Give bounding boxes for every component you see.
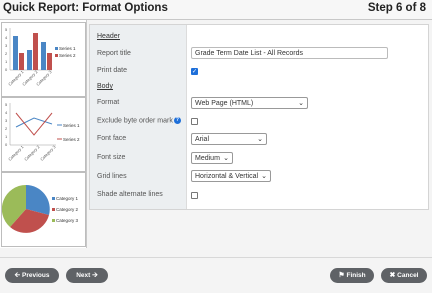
previous-button[interactable]: 🡨 Previous	[5, 268, 59, 283]
finish-button[interactable]: ⚑ Finish	[330, 268, 374, 283]
body-section-title: Body	[97, 83, 113, 90]
bar-ytick: 4	[5, 35, 8, 40]
next-button-label: Next	[76, 272, 91, 279]
line-ytick: 1	[5, 134, 8, 139]
previous-button-label: Previous	[22, 272, 50, 279]
font-face-label: Font face	[97, 135, 127, 142]
bar-mark	[27, 50, 32, 70]
line-chart-svg: 5 4 3 2 1 0 Category 1 Category 2 Catego…	[5, 102, 80, 162]
pie-chart-thumbnail[interactable]: Category 1 Category 2 Category 3	[1, 172, 86, 247]
pie-legend-label: Category 1	[56, 196, 79, 201]
grid-lines-select-value: Horizontal & Vertical	[195, 173, 259, 180]
legend-swatch	[52, 197, 55, 200]
font-size-select[interactable]: Medium ⌄	[191, 152, 233, 164]
report-title-label: Report title	[97, 50, 131, 57]
line-category-label: Category 1	[7, 144, 25, 162]
line-ytick: 2	[5, 126, 8, 131]
line-chart-thumbnail[interactable]: 5 4 3 2 1 0 Category 1 Category 2 Catego…	[1, 97, 86, 172]
bar-mark	[13, 36, 18, 70]
bar-ytick: 2	[5, 51, 8, 56]
bar-ytick: 5	[5, 27, 8, 32]
line-ytick: 4	[5, 110, 8, 115]
pie-legend-label: Category 3	[56, 218, 79, 223]
bar-ytick: 0	[5, 67, 8, 72]
exclude-bom-label: Exclude byte order mark?	[97, 117, 181, 124]
exclude-bom-label-text: Exclude byte order mark	[97, 117, 173, 125]
format-label: Format	[97, 99, 120, 106]
bar-chart-thumbnail[interactable]: 5 4 3 2 1 0 Category 1 Category 2 Catego…	[1, 22, 86, 97]
pie-chart-svg: Category 1 Category 2 Category 3	[1, 184, 79, 233]
bar-legend-label: Series 1	[59, 46, 76, 51]
line-legend-label: Series 1	[63, 123, 80, 128]
grid-lines-label: Grid lines	[97, 173, 127, 180]
bar-ytick: 1	[5, 59, 8, 64]
cancel-button[interactable]: ✖ Cancel	[381, 268, 427, 283]
bar-legend-label: Series 2	[59, 53, 76, 58]
bar-ytick: 3	[5, 43, 8, 48]
close-icon: ✖	[389, 272, 396, 279]
bar-mark	[47, 53, 52, 70]
chevron-down-icon: ⌄	[223, 155, 229, 162]
chevron-down-icon: ⌄	[298, 100, 304, 107]
font-face-select[interactable]: Arial ⌄	[191, 133, 267, 145]
line-category-label: Category 2	[23, 144, 41, 162]
line-category-label: Category 3	[39, 144, 57, 162]
report-title-input[interactable]: Grade Term Date List - All Records	[191, 47, 388, 59]
page-title: Quick Report: Format Options	[3, 2, 168, 14]
shade-alternate-checkbox[interactable]	[191, 192, 198, 199]
line-ytick: 5	[5, 102, 8, 107]
bar-mark	[41, 42, 46, 70]
font-face-select-value: Arial	[195, 136, 210, 143]
step-indicator: Step 6 of 8	[367, 2, 426, 14]
legend-swatch	[52, 219, 55, 222]
print-date-checkbox[interactable]	[191, 68, 198, 75]
next-button[interactable]: Next 🡪	[66, 268, 108, 283]
legend-swatch	[55, 54, 58, 57]
arrow-left-icon: 🡨	[14, 272, 21, 279]
exclude-bom-checkbox[interactable]	[191, 118, 198, 125]
legend-swatch	[52, 208, 55, 211]
pie-legend-label: Category 2	[56, 207, 79, 212]
bar-category-label: Category 3	[35, 69, 53, 87]
line-ytick: 0	[5, 142, 8, 147]
shade-alternate-label: Shade alternate lines	[97, 191, 163, 198]
chevron-down-icon: ⌄	[261, 173, 267, 180]
flag-icon: ⚑	[338, 272, 345, 279]
bar-mark	[33, 33, 38, 70]
print-date-label: Print date	[97, 67, 127, 74]
format-options-panel: Header Report title Grade Term Date List…	[89, 24, 429, 210]
line-ytick: 3	[5, 118, 8, 123]
format-select[interactable]: Web Page (HTML) ⌄	[191, 97, 308, 109]
format-select-value: Web Page (HTML)	[195, 100, 254, 107]
font-size-label: Font size	[97, 154, 126, 161]
cancel-button-label: Cancel	[397, 272, 419, 279]
grid-lines-select[interactable]: Horizontal & Vertical ⌄	[191, 170, 271, 182]
chart-thumbnail-panel: 5 4 3 2 1 0 Category 1 Category 2 Catego…	[0, 20, 87, 248]
legend-swatch	[55, 47, 58, 50]
bar-chart-svg: 5 4 3 2 1 0 Category 1 Category 2 Catego…	[5, 27, 76, 87]
font-size-select-value: Medium	[195, 155, 220, 162]
line-legend-label: Series 2	[63, 137, 80, 142]
title-bar: Quick Report: Format Options Step 6 of 8	[0, 0, 432, 20]
help-icon[interactable]: ?	[173, 117, 181, 124]
wizard-footer: 🡨 Previous Next 🡪 ⚑ Finish ✖ Cancel	[0, 257, 432, 293]
chevron-down-icon: ⌄	[257, 136, 263, 143]
arrow-right-icon: 🡪	[92, 272, 98, 279]
header-section-title: Header	[97, 33, 120, 40]
finish-button-label: Finish	[346, 272, 366, 279]
bar-mark	[19, 53, 24, 70]
